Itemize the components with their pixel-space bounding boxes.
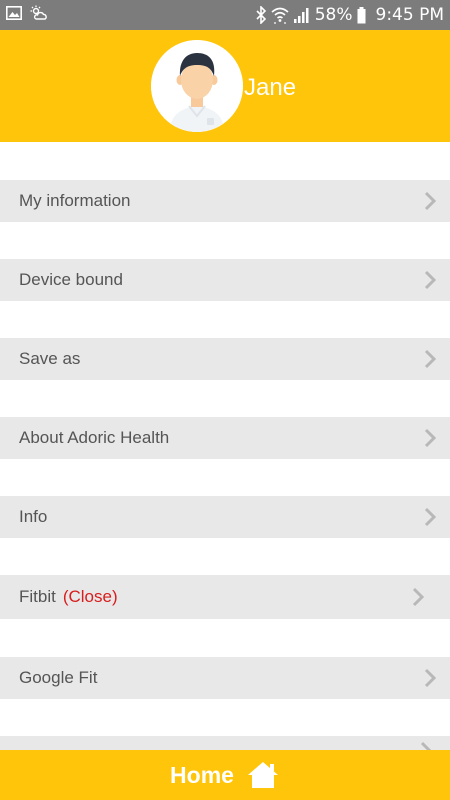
clock: 9:45 PM (375, 5, 445, 25)
weather-icon (30, 5, 48, 26)
menu-item-google-fit[interactable]: Google Fit (0, 657, 450, 699)
chevron-right-icon (412, 587, 424, 607)
chevron-right-icon (424, 270, 436, 290)
menu-item-partial[interactable] (0, 736, 450, 750)
status-bar: 58% 9:45 PM (0, 0, 450, 30)
menu-item-label: Fitbit (19, 587, 56, 606)
user-name: Jane (244, 74, 297, 101)
home-button[interactable]: Home (0, 750, 450, 800)
gallery-icon (6, 5, 22, 25)
menu-item-label: About Adoric Health (19, 428, 170, 447)
menu-item-label: Info (19, 507, 48, 526)
menu-item-save-as[interactable]: Save as (0, 338, 450, 380)
menu-item-device-bound[interactable]: Device bound (0, 259, 450, 301)
menu-item-my-information[interactable]: My information (0, 180, 450, 222)
menu-item-label: Save as (19, 349, 81, 368)
battery-icon (357, 6, 366, 24)
chevron-right-icon (424, 191, 436, 211)
status-right: 58% 9:45 PM (255, 5, 444, 25)
menu-item-fitbit[interactable]: Fitbit (Close) (0, 575, 450, 619)
battery-percentage: 58% (314, 5, 353, 25)
chevron-right-icon (420, 741, 432, 750)
fitbit-status: (Close) (62, 587, 118, 606)
home-icon (247, 762, 278, 788)
avatar[interactable] (151, 40, 243, 132)
home-label: Home (170, 761, 234, 788)
signal-icon (293, 7, 309, 23)
status-left (6, 5, 48, 26)
menu-item-label: Device bound (19, 270, 123, 289)
menu-item-about[interactable]: About Adoric Health (0, 417, 450, 459)
chevron-right-icon (424, 668, 436, 688)
chevron-right-icon (424, 428, 436, 448)
menu-item-label: My information (19, 191, 131, 210)
user-avatar-icon (151, 40, 243, 132)
menu-item-info[interactable]: Info (0, 496, 450, 538)
profile-header: Jane (0, 30, 450, 142)
chevron-right-icon (424, 507, 436, 527)
settings-menu-list: My information Device bound Save as Abou… (0, 142, 450, 750)
menu-item-label: Google Fit (19, 668, 98, 687)
chevron-right-icon (424, 349, 436, 369)
wifi-icon (271, 6, 289, 24)
bluetooth-icon (255, 6, 267, 24)
